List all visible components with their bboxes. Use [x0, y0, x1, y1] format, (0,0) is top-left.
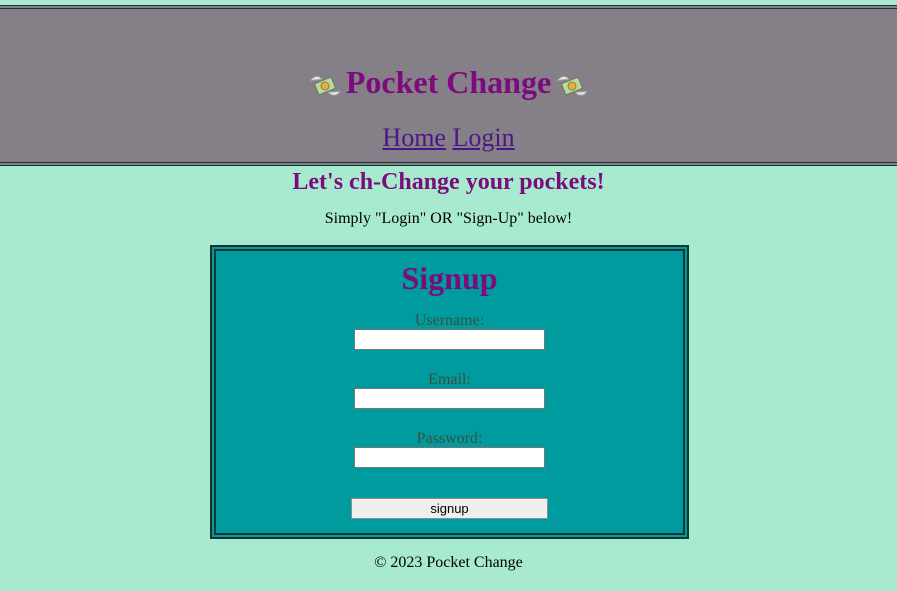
password-label: Password: — [416, 430, 483, 447]
money-with-wings-icon — [308, 75, 341, 96]
email-field[interactable] — [354, 388, 545, 409]
password-field[interactable] — [354, 447, 545, 468]
username-field[interactable] — [354, 329, 545, 350]
nav-login-link[interactable]: Login — [452, 123, 514, 152]
email-label: Email: — [428, 371, 471, 388]
username-label: Username: — [414, 312, 485, 329]
money-with-wings-icon — [556, 75, 588, 96]
signup-title: Signup — [401, 260, 498, 296]
signup-button[interactable]: signup — [351, 498, 548, 519]
page-headline: Let's ch-Change your pockets! — [292, 169, 605, 195]
signup-form: Signup Username: Email: Password: signup — [210, 245, 689, 539]
main-nav: Home Login — [0, 122, 897, 154]
nav-home-link[interactable]: Home — [382, 123, 446, 152]
page-subtext: Simply "Login" OR "Sign-Up" below! — [324, 210, 573, 227]
site-title-text: Pocket Change — [345, 64, 552, 100]
site-header: Pocket Change Home Login — [0, 5, 897, 166]
site-title: Pocket Change — [0, 62, 897, 102]
site-footer: © 2023 Pocket Change — [374, 554, 523, 571]
